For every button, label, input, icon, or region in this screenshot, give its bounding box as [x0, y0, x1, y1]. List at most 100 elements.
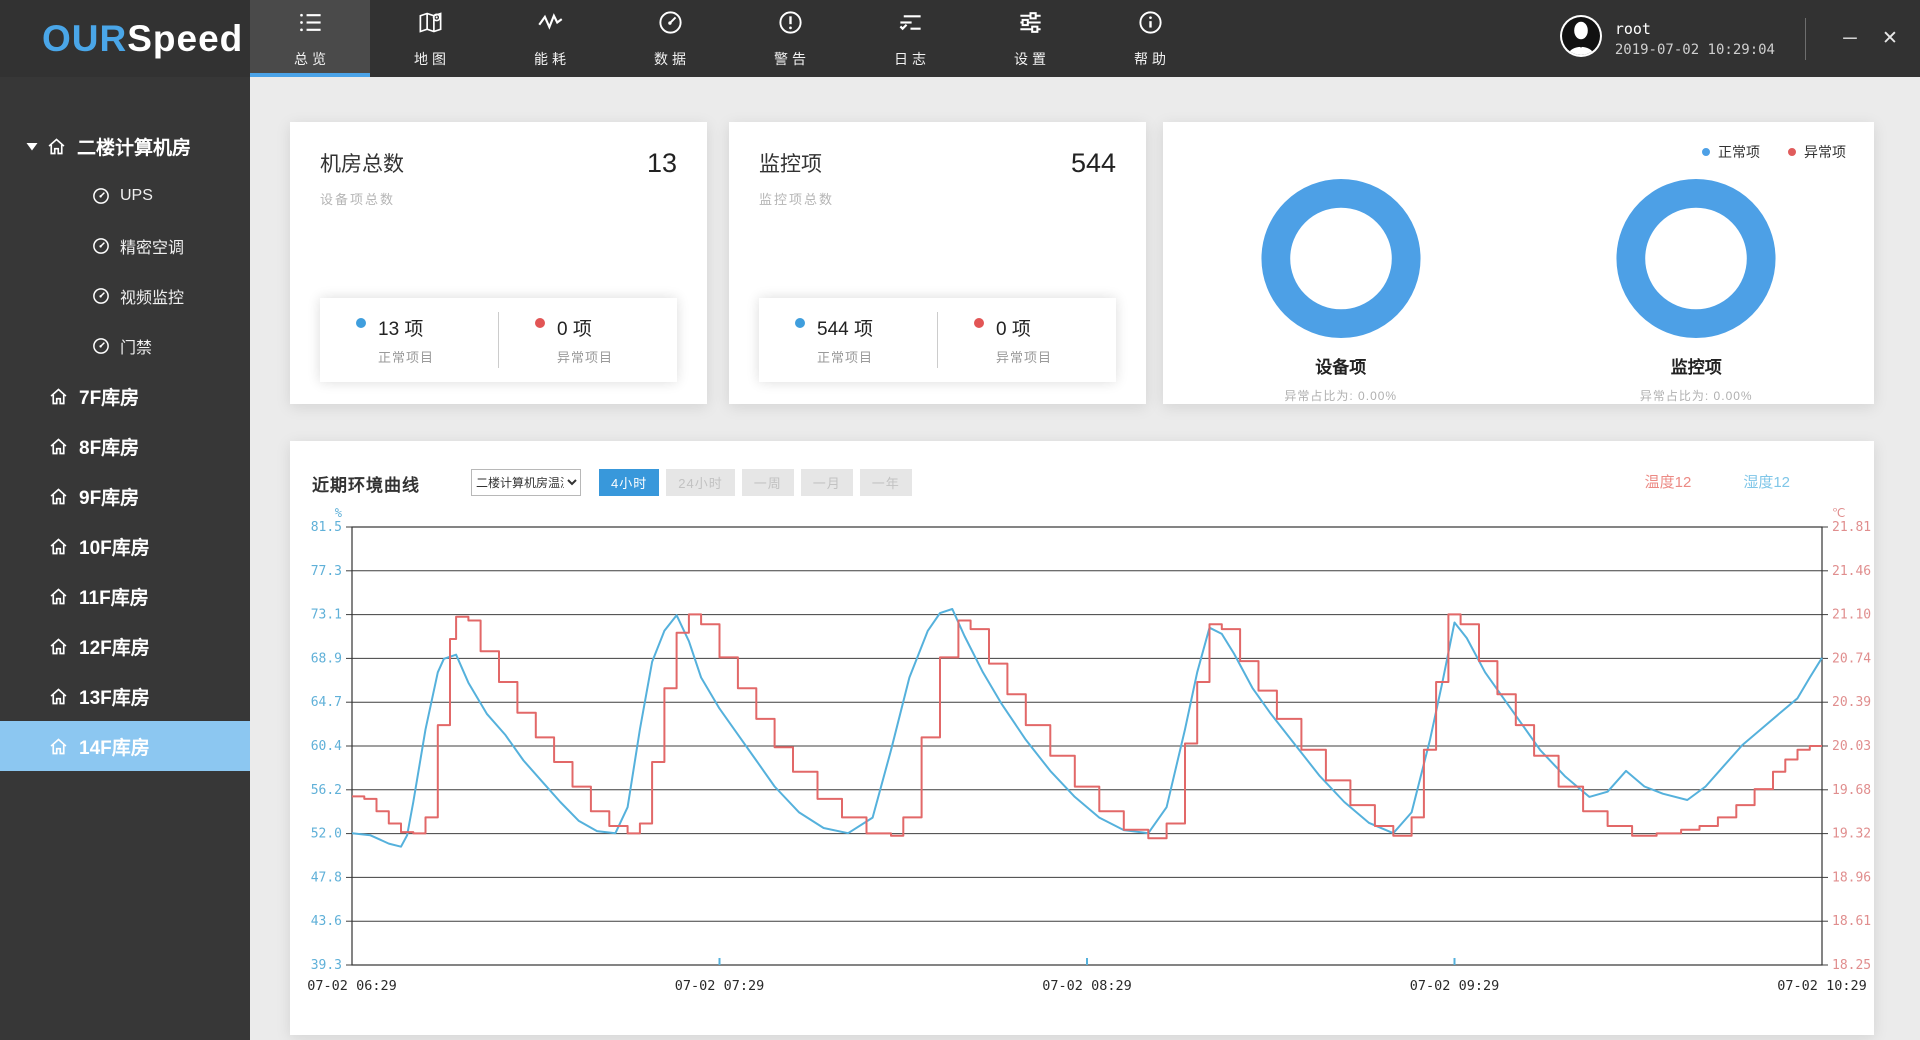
sidebar: 二楼计算机房 UPS 精密空调视频监控门禁 7F库房8F库房9F库房 10F库房 11F库… — [0, 77, 250, 1040]
user-info: root 2019-07-02 10:29:04 — [1615, 20, 1775, 58]
home-icon — [48, 736, 69, 757]
sidebar-item-label: UPS — [120, 187, 153, 205]
legend-ring-icon — [1702, 148, 1710, 156]
nav-item-label: 能耗 — [530, 49, 570, 69]
sidebar-item-label: 精密空调 — [120, 234, 184, 258]
sidebar-item-8f[interactable]: 8F库房 — [0, 421, 250, 471]
nav-item-settings[interactable]: 设置 — [970, 0, 1090, 77]
donut-legend-item-abnormal[interactable]: 异常项 — [1788, 142, 1846, 162]
abnormal-cell: 0 项 异常项目 — [938, 314, 1116, 366]
nav-item-label: 地图 — [410, 49, 450, 69]
chart-legend: 温度12 湿度12 — [1645, 471, 1790, 492]
home-icon — [48, 436, 69, 457]
time-range-buttons: 4小时 24小时一周一月一年 — [599, 469, 912, 496]
svg-text:39.3: 39.3 — [311, 958, 342, 973]
normal-cell: 544 项 正常项目 — [759, 314, 937, 366]
caret-down-icon[interactable] — [26, 142, 38, 151]
home-icon — [48, 386, 69, 407]
donut-legend-item-normal[interactable]: 正常项 — [1702, 142, 1760, 162]
sidebar-item-label: 13F库房 — [79, 683, 150, 710]
overview-icon — [297, 9, 324, 41]
svg-text:18.96: 18.96 — [1832, 870, 1871, 885]
chart-legend-temperature[interactable]: 温度12 — [1645, 471, 1692, 492]
sidebar-item-label: 14F库房 — [79, 733, 150, 760]
window-separator — [1805, 18, 1806, 60]
sidebar-item-label: 二楼计算机房 — [77, 133, 191, 160]
svg-text:07-02 07:29: 07-02 07:29 — [675, 978, 764, 994]
avatar[interactable] — [1559, 14, 1603, 63]
app-logo: OURSpeed — [0, 0, 250, 77]
room-curve-select[interactable]: 二楼计算机房温湿环 — [471, 469, 581, 496]
svg-text:43.6: 43.6 — [311, 914, 342, 929]
nav-item-logs[interactable]: 日志 — [850, 0, 970, 77]
user-area: root 2019-07-02 10:29:04 ─ ✕ — [1559, 0, 1920, 77]
nav-item-label: 帮助 — [1130, 49, 1170, 69]
legend-label: 正常项 — [1718, 142, 1760, 162]
range-button-一月[interactable]: 一月 — [801, 469, 853, 496]
svg-text:21.81: 21.81 — [1832, 520, 1871, 535]
svg-text:68.9: 68.9 — [311, 651, 342, 666]
nav-item-energy[interactable]: 能耗 — [490, 0, 610, 77]
svg-text:20.03: 20.03 — [1832, 739, 1871, 754]
nav-item-map[interactable]: 地图 — [370, 0, 490, 77]
map-icon — [417, 9, 444, 41]
chart-legend-humidity[interactable]: 湿度12 — [1743, 471, 1790, 492]
donut-charts: 设备项 异常占比为: 0.00% 监控项 异常占比为: 0.00% — [1163, 122, 1874, 404]
svg-text:60.4: 60.4 — [311, 739, 342, 754]
svg-text:64.7: 64.7 — [311, 695, 342, 710]
sidebar-item-10f[interactable]: 10F库房 — [0, 521, 250, 571]
sidebar-item-label: 门禁 — [120, 334, 152, 358]
svg-text:℃: ℃ — [1832, 506, 1845, 520]
sidebar-item-hvac[interactable]: 精密空调 — [0, 221, 250, 271]
close-button[interactable]: ✕ — [1870, 19, 1910, 59]
home-icon — [48, 636, 69, 657]
sidebar-item-label: 10F库房 — [79, 533, 150, 560]
svg-text:19.32: 19.32 — [1832, 827, 1871, 842]
sidebar-item-door[interactable]: 门禁 — [0, 321, 250, 371]
top-navigation: 总览地图 能耗 数据 警告 日志设置帮助 — [250, 0, 1210, 77]
donut-block: 设备项 异常占比为: 0.00% — [1163, 178, 1519, 404]
help-icon — [1137, 9, 1164, 41]
normal-count: 544 项 — [817, 314, 873, 341]
card-title: 机房总数 — [320, 148, 404, 178]
nav-item-overview[interactable]: 总览 — [250, 0, 370, 77]
range-button-24小时[interactable]: 24小时 — [666, 469, 734, 496]
donut-legend: 正常项 异常项 — [1702, 142, 1846, 162]
minimize-button[interactable]: ─ — [1830, 19, 1870, 59]
nav-item-label: 警告 — [770, 49, 810, 69]
sidebar-item-14f[interactable]: 14F库房 — [0, 721, 250, 771]
svg-text:21.46: 21.46 — [1832, 564, 1871, 579]
svg-text:07-02 09:29: 07-02 09:29 — [1410, 978, 1499, 994]
range-button-4小时[interactable]: 4小时 — [599, 469, 659, 496]
donut-ring — [1612, 178, 1780, 339]
sidebar-item-cctv[interactable]: 视频监控 — [0, 271, 250, 321]
sidebar-item-9f[interactable]: 9F库房 — [0, 471, 250, 521]
user-name: root — [1615, 20, 1775, 38]
sidebar-item-room-2f[interactable]: 二楼计算机房 — [0, 121, 250, 171]
legend-ring-icon — [1788, 148, 1796, 156]
sidebar-item-12f[interactable]: 12F库房 — [0, 621, 250, 671]
donut-caption: 异常占比为: 0.00% — [1284, 387, 1397, 404]
svg-text:47.8: 47.8 — [311, 870, 342, 885]
normal-label: 正常项目 — [378, 347, 434, 366]
svg-text:19.68: 19.68 — [1832, 783, 1871, 798]
abnormal-ring-icon — [535, 318, 545, 328]
nav-item-help[interactable]: 帮助 — [1090, 0, 1210, 77]
card-subtitle: 监控项总数 — [759, 189, 1116, 208]
sidebar-item-label: 11F库房 — [79, 583, 149, 610]
nav-item-label: 数据 — [650, 49, 690, 69]
home-icon — [48, 686, 69, 707]
environment-chart: 81.521.8177.321.4673.121.1068.920.7464.7… — [290, 441, 1874, 1035]
sidebar-item-11f[interactable]: 11F库房 — [0, 571, 250, 621]
nav-item-data[interactable]: 数据 — [610, 0, 730, 77]
range-button-一周[interactable]: 一周 — [742, 469, 794, 496]
svg-text:52.0: 52.0 — [311, 827, 342, 842]
sidebar-item-7f[interactable]: 7F库房 — [0, 371, 250, 421]
range-button-一年[interactable]: 一年 — [860, 469, 912, 496]
sidebar-item-ups[interactable]: UPS — [0, 171, 250, 221]
sidebar-item-13f[interactable]: 13F库房 — [0, 671, 250, 721]
gauge-icon — [92, 187, 110, 205]
nav-item-alerts[interactable]: 警告 — [730, 0, 850, 77]
alert-icon — [777, 9, 804, 41]
donut-label: 设备项 — [1315, 353, 1366, 378]
